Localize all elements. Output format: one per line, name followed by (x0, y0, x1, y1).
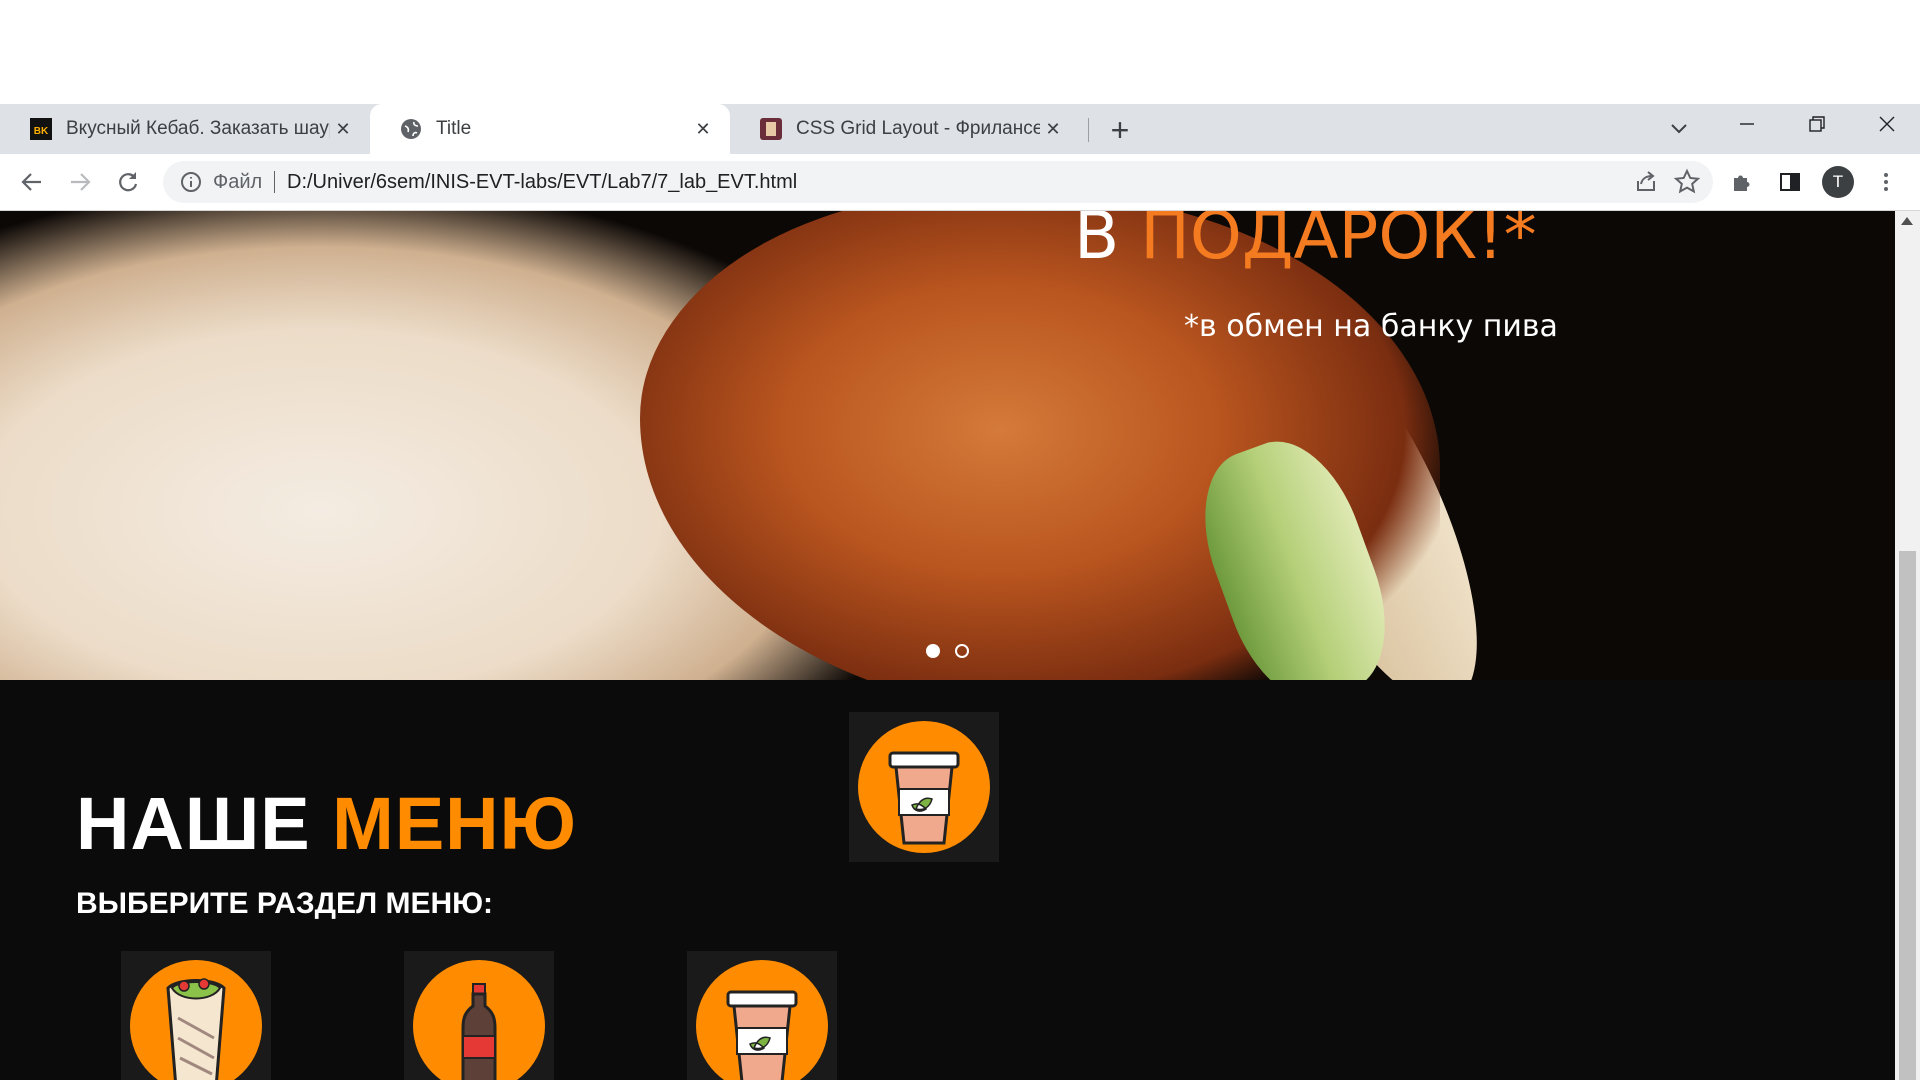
side-panel-icon[interactable] (1772, 164, 1808, 200)
minimize-icon[interactable] (1712, 104, 1782, 144)
menu-heading-white: НАШЕ (76, 782, 311, 865)
tab-search-chevron-icon[interactable] (1666, 116, 1692, 142)
tab-title: Вкусный Кебаб. Заказать шаурма (66, 118, 330, 139)
profile-initial: T (1822, 166, 1854, 198)
more-menu-icon[interactable] (1868, 164, 1904, 200)
tab-separator (1088, 118, 1089, 142)
hero-banner: В ПОДАРОК!* *в обмен на банку пива (0, 211, 1895, 680)
coffee-cup-icon (696, 960, 828, 1080)
vk-logo-icon: BK (30, 118, 52, 140)
close-icon[interactable]: ✕ (330, 116, 356, 142)
slider-dot-2[interactable] (955, 644, 969, 658)
tab-css-grid[interactable]: CSS Grid Layout - Фрилансер по ✕ (730, 104, 1080, 154)
tab-strip: BK Вкусный Кебаб. Заказать шаурма ✕ Titl… (0, 104, 1920, 154)
scheme-label: Файл (213, 171, 263, 193)
close-icon[interactable]: ✕ (1040, 116, 1066, 142)
menu-heading: НАШЕ МЕНЮ (76, 781, 577, 866)
menu-subheading: ВЫБЕРИТЕ РАЗДЕЛ МЕНЮ: (76, 887, 494, 920)
site-icon (760, 118, 782, 140)
url-text[interactable]: D:/Univer/6sem/INIS-EVT-labs/EVT/Lab7/7_… (287, 171, 797, 194)
tab-title-page[interactable]: Title ✕ (370, 104, 730, 154)
banner-note: *в обмен на банку пива (1184, 309, 1558, 344)
tab-vkusny-kebab[interactable]: BK Вкусный Кебаб. Заказать шаурма ✕ (0, 104, 370, 154)
new-tab-button[interactable]: + (1102, 112, 1138, 148)
share-icon[interactable] (1633, 169, 1659, 195)
browser-toolbar: Файл D:/Univer/6sem/INIS-EVT-labs/EVT/La… (0, 154, 1920, 211)
menu-category-coffee[interactable] (687, 951, 837, 1080)
close-icon[interactable]: ✕ (690, 116, 716, 142)
divider (274, 171, 275, 193)
banner-title-accent: ПОДАРОК!* (1140, 211, 1537, 274)
menu-category-shawarma[interactable] (121, 951, 271, 1080)
banner-title: В ПОДАРОК!* (1074, 211, 1537, 274)
soda-bottle-icon (413, 960, 545, 1080)
page-viewport: В ПОДАРОК!* *в обмен на банку пива НАШЕ … (0, 211, 1895, 1080)
coffee-cup-icon (858, 721, 990, 853)
scroll-up-arrow-icon[interactable] (1901, 217, 1913, 225)
vk-logo-text: BK (34, 126, 49, 137)
restore-icon[interactable] (1782, 104, 1852, 144)
slider-dot-1[interactable] (926, 644, 940, 658)
globe-icon (400, 118, 422, 140)
avatar[interactable]: T (1820, 164, 1856, 200)
shawarma-icon (130, 960, 262, 1080)
info-icon[interactable] (179, 170, 203, 194)
menu-category-drinks[interactable] (404, 951, 554, 1080)
back-icon[interactable] (14, 164, 50, 200)
tab-title: Title (436, 118, 472, 139)
banner-title-prefix: В (1074, 211, 1120, 274)
floating-coffee-tile[interactable] (849, 712, 999, 862)
forward-icon[interactable] (62, 164, 98, 200)
address-bar[interactable]: Файл D:/Univer/6sem/INIS-EVT-labs/EVT/La… (163, 161, 1713, 203)
extensions-icon[interactable] (1724, 164, 1760, 200)
reload-icon[interactable] (110, 164, 146, 200)
menu-heading-accent: МЕНЮ (332, 782, 577, 865)
page-scrollbar[interactable] (1895, 211, 1920, 1080)
scroll-thumb[interactable] (1899, 551, 1916, 1080)
tab-title: CSS Grid Layout - Фрилансер по (796, 118, 1040, 139)
close-window-icon[interactable] (1852, 104, 1920, 144)
bookmark-star-icon[interactable] (1673, 168, 1701, 196)
